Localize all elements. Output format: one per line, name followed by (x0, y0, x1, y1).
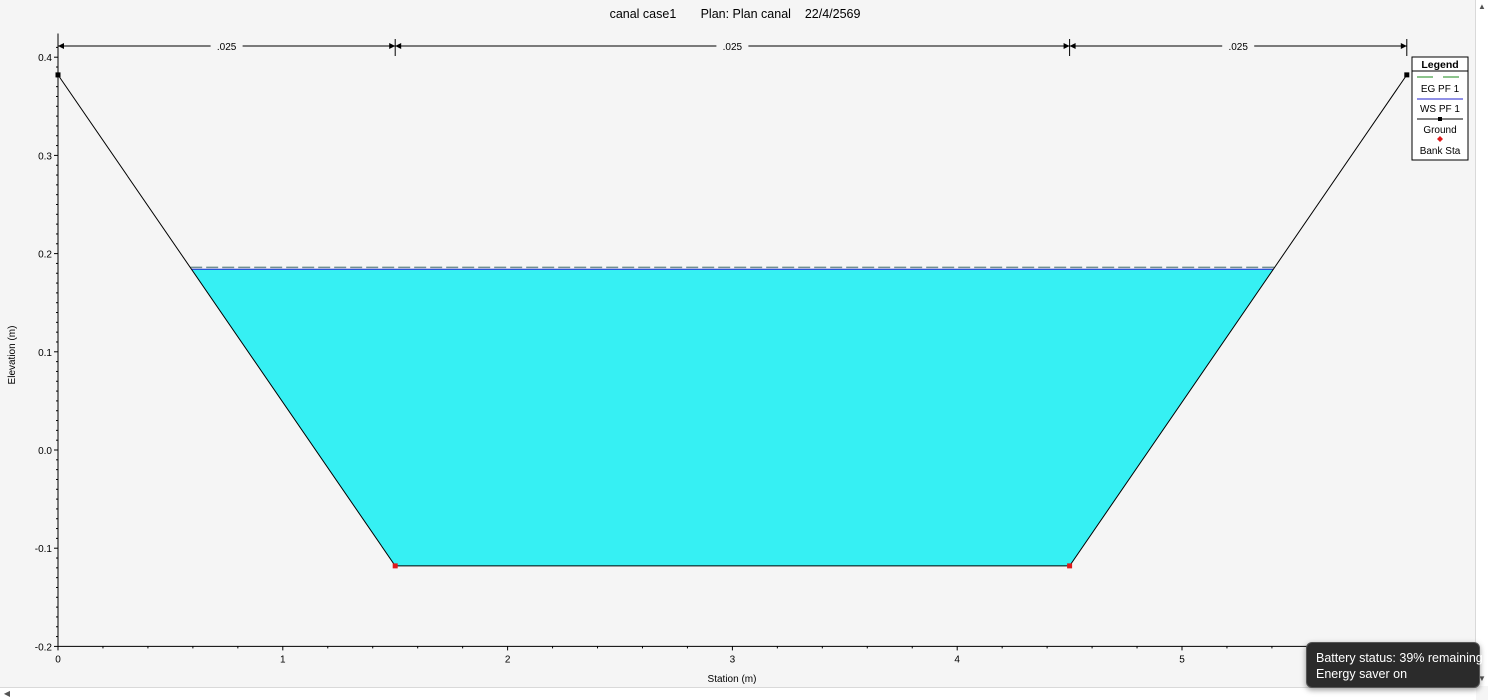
manning-n-label: .025 (723, 42, 743, 53)
x-tick-label: 5 (1179, 654, 1185, 665)
y-tick-label: 0.1 (38, 348, 52, 359)
battery-status-text: Battery status: 39% remaining (1316, 651, 1483, 665)
scroll-left-icon[interactable]: ◀ (2, 689, 12, 699)
bank-station-marker (1067, 563, 1073, 569)
legend-ground-marker (1438, 117, 1442, 121)
y-tick-label: 0.3 (38, 151, 52, 162)
n-arrow-left-icon (395, 43, 402, 49)
horizontal-scrollbar[interactable]: ◀ (0, 687, 1476, 700)
scroll-up-icon[interactable]: ▲ (1477, 2, 1487, 12)
x-tick-label: 1 (280, 654, 286, 665)
x-tick-label: 3 (730, 654, 736, 665)
y-axis-label: Elevation (m) (7, 326, 18, 385)
legend-item-bank: Bank Sta (1420, 146, 1461, 157)
x-tick-label: 2 (505, 654, 511, 665)
y-tick-label: 0.4 (38, 53, 52, 64)
legend-item-eg: EG PF 1 (1421, 84, 1460, 95)
n-arrow-left-icon (1069, 43, 1076, 49)
legend: Legend EG PF 1 WS PF 1 Ground Bank Sta (1411, 56, 1469, 161)
n-arrow-right-icon (389, 43, 396, 49)
battery-status-tooltip: Battery status: 39% remaining Energy sav… (1306, 642, 1483, 688)
legend-title: Legend (1421, 59, 1458, 71)
n-arrow-right-icon (1063, 43, 1070, 49)
manning-n-label: .025 (217, 42, 237, 53)
y-tick-label: 0.0 (38, 446, 52, 457)
y-tick-label: -0.1 (35, 544, 53, 555)
bank-station-marker (392, 563, 398, 569)
ground-point-marker (1404, 72, 1410, 78)
x-tick-label: 4 (954, 654, 960, 665)
plot-window: canal case1 Plan: Plan canal 22/4/2569 -… (0, 0, 1488, 700)
x-tick-label: 0 (55, 654, 61, 665)
cross-section-chart: canal case1 Plan: Plan canal 22/4/2569 -… (7, 7, 1469, 685)
manning-n-label: .025 (1228, 42, 1248, 53)
vertical-scrollbar[interactable]: ▲ ▼ (1475, 0, 1488, 686)
legend-item-ws: WS PF 1 (1420, 104, 1460, 115)
y-tick-label: -0.2 (35, 642, 53, 653)
ground-point-marker (55, 72, 61, 78)
chart-title: canal case1 Plan: Plan canal 22/4/2569 (610, 7, 861, 21)
legend-item-ground: Ground (1423, 125, 1456, 136)
n-arrow-right-icon (1400, 43, 1407, 49)
n-arrow-left-icon (58, 43, 64, 49)
y-tick-label: 0.2 (38, 250, 52, 261)
x-axis-label: Station (m) (708, 674, 757, 685)
water-area (191, 269, 1274, 566)
energy-saver-text: Energy saver on (1316, 667, 1408, 681)
